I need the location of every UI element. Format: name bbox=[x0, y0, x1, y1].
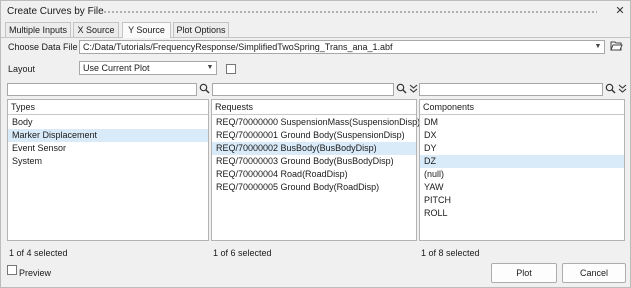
folder-open-icon[interactable] bbox=[610, 40, 623, 53]
types-header: Types bbox=[8, 100, 208, 115]
tab-divider bbox=[1, 37, 631, 38]
list-item[interactable]: (null) bbox=[420, 168, 624, 181]
drag-grip[interactable] bbox=[103, 10, 597, 14]
list-item[interactable]: DM bbox=[420, 116, 624, 129]
components-header: Components bbox=[420, 100, 624, 115]
cancel-button[interactable]: Cancel bbox=[562, 263, 626, 283]
requests-search-input[interactable] bbox=[212, 83, 394, 96]
tab-x-source[interactable]: X Source bbox=[73, 22, 119, 37]
plot-button[interactable]: Plot bbox=[491, 263, 557, 283]
list-item[interactable]: REQ/70000002 BusBody(BusBodyDisp) bbox=[212, 142, 416, 155]
components-list: DM DX DY DZ (null) YAW PITCH ROLL bbox=[420, 116, 624, 220]
types-list: Body Marker Displacement Event Sensor Sy… bbox=[8, 116, 208, 168]
requests-status: 1 of 6 selected bbox=[213, 248, 272, 258]
list-item[interactable]: DZ bbox=[420, 155, 624, 168]
requests-panel: Requests REQ/70000000 SuspensionMass(Sus… bbox=[211, 99, 420, 241]
list-item[interactable]: REQ/70000005 Ground Body(RoadDisp) bbox=[212, 181, 416, 194]
layout-label: Layout bbox=[8, 64, 36, 74]
components-status: 1 of 8 selected bbox=[421, 248, 480, 258]
tab-y-source[interactable]: Y Source bbox=[122, 22, 171, 38]
title-bar[interactable]: Create Curves by File ✕ bbox=[1, 1, 630, 22]
list-item[interactable]: ROLL bbox=[420, 207, 624, 220]
list-item[interactable]: Marker Displacement bbox=[8, 129, 208, 142]
data-file-value: C:/Data/Tutorials/FrequencyResponse/Simp… bbox=[83, 42, 393, 52]
close-icon[interactable]: ✕ bbox=[614, 4, 626, 18]
list-item[interactable]: PITCH bbox=[420, 194, 624, 207]
layout-select[interactable]: Use Current Plot ▼ bbox=[79, 61, 217, 75]
list-item[interactable]: Event Sensor bbox=[8, 142, 208, 155]
layout-value: Use Current Plot bbox=[83, 63, 150, 73]
components-panel: Components DM DX DY DZ (null) YAW PITCH … bbox=[419, 99, 625, 241]
chevron-down-icon[interactable]: ▼ bbox=[204, 62, 216, 74]
double-chevron-down-icon[interactable] bbox=[616, 83, 629, 96]
list-item[interactable]: DX bbox=[420, 129, 624, 142]
list-item[interactable]: Body bbox=[8, 116, 208, 129]
create-curves-dialog: Create Curves by File ✕ Multiple Inputs … bbox=[0, 0, 631, 288]
preview-checkbox[interactable] bbox=[7, 265, 17, 275]
list-item[interactable]: REQ/70000004 Road(RoadDisp) bbox=[212, 168, 416, 181]
list-item[interactable]: REQ/70000001 Ground Body(SuspensionDisp) bbox=[212, 129, 416, 142]
data-file-label: Choose Data File bbox=[8, 42, 78, 52]
list-item[interactable]: REQ/70000003 Ground Body(BusBodyDisp) bbox=[212, 155, 416, 168]
data-file-field[interactable]: C:/Data/Tutorials/FrequencyResponse/Simp… bbox=[79, 40, 605, 54]
list-item[interactable]: DY bbox=[420, 142, 624, 155]
components-search-input[interactable] bbox=[419, 83, 603, 96]
types-panel: Types Body Marker Displacement Event Sen… bbox=[7, 99, 209, 241]
search-icon[interactable] bbox=[198, 83, 211, 96]
list-item[interactable]: REQ/70000000 SuspensionMass(SuspensionDi… bbox=[212, 116, 420, 129]
window-title: Create Curves by File bbox=[7, 6, 104, 17]
tab-multiple-inputs[interactable]: Multiple Inputs bbox=[5, 22, 71, 37]
tab-plot-options[interactable]: Plot Options bbox=[173, 22, 229, 37]
layout-checkbox[interactable] bbox=[226, 64, 236, 74]
preview-label: Preview bbox=[19, 268, 52, 278]
chevron-down-icon[interactable]: ▼ bbox=[592, 41, 604, 53]
requests-list: REQ/70000000 SuspensionMass(SuspensionDi… bbox=[212, 116, 420, 194]
list-item[interactable]: YAW bbox=[420, 181, 624, 194]
types-search-input[interactable] bbox=[7, 83, 197, 96]
list-item[interactable]: System bbox=[8, 155, 208, 168]
types-status: 1 of 4 selected bbox=[9, 248, 68, 258]
requests-header: Requests bbox=[212, 100, 416, 115]
